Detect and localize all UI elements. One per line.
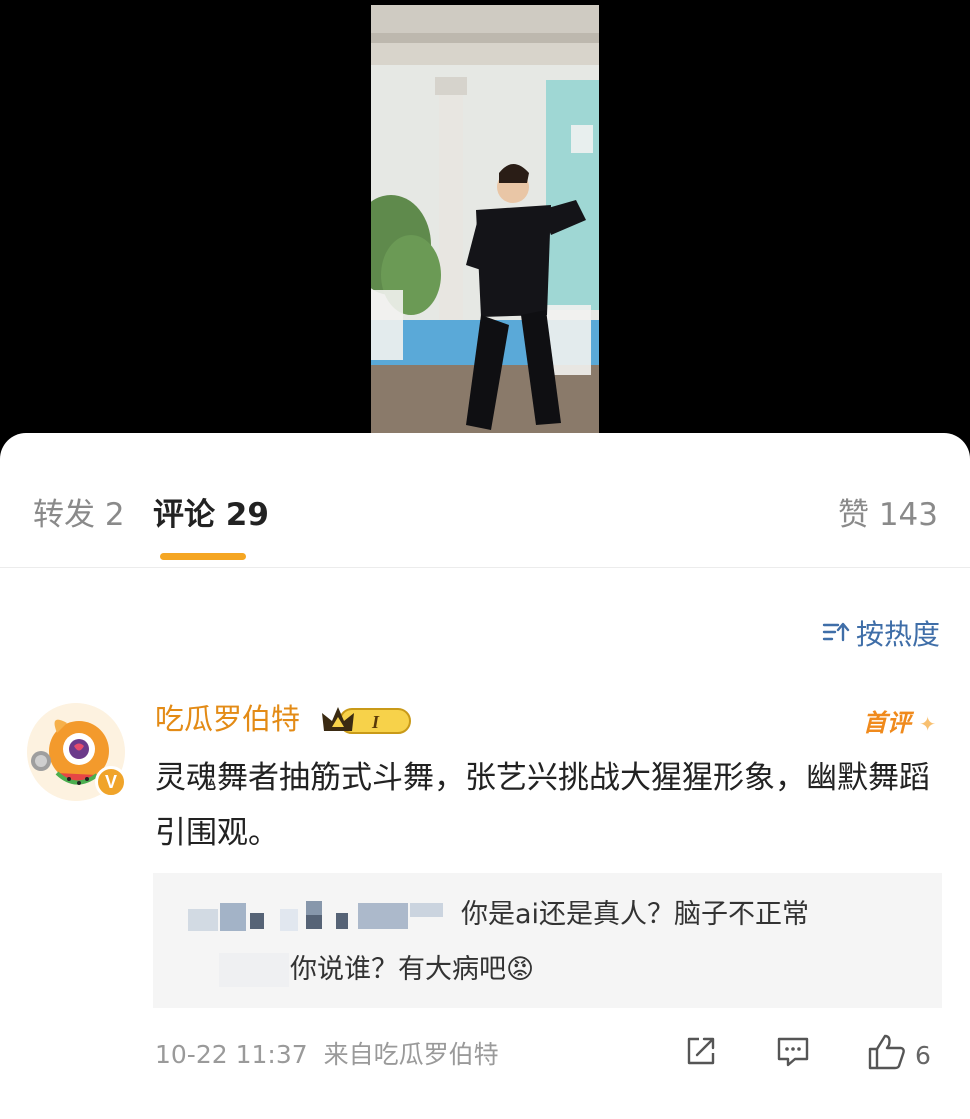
- comment-body: 灵魂舞者抽筋式斗舞，张艺兴挑战大猩猩形象，幽默舞蹈引围观。: [155, 760, 930, 851]
- sort-icon: [822, 616, 850, 654]
- first-comment-badge: 首评 ✦: [863, 703, 936, 738]
- comment-username[interactable]: 吃瓜罗伯特: [155, 699, 300, 739]
- sort-label: 按热度: [855, 618, 940, 651]
- reply-text-1: 你是ai还是真人？脑子不正常: [461, 899, 810, 930]
- first-comment-label: 首评: [862, 709, 911, 737]
- share-button[interactable]: [683, 1033, 719, 1075]
- like-button[interactable]: 6: [867, 1033, 931, 1077]
- reply-text-2: 你说谁？有大病吧😡: [290, 954, 535, 985]
- comment-source: 来自吃瓜罗伯特: [323, 1040, 499, 1069]
- sparkle-icon: ✦: [919, 712, 936, 736]
- reply-button[interactable]: [775, 1033, 811, 1075]
- video-thumbnail: [371, 5, 599, 435]
- video-player[interactable]: [0, 0, 970, 470]
- blurred-username-2: [219, 953, 289, 987]
- comment-icon: [775, 1033, 811, 1075]
- verified-badge: V: [95, 766, 127, 798]
- like-count: 6: [915, 1040, 931, 1070]
- active-tab-indicator: [160, 553, 246, 560]
- member-crown-badge: I: [320, 703, 414, 741]
- tab-bar: 转发 2 评论 29 赞 143: [0, 433, 970, 568]
- blurred-username: [188, 899, 443, 935]
- comment-sheet: 转发 2 评论 29 赞 143 按热度 V 吃瓜罗伯特 I 首评 ✦ 灵魂舞者…: [0, 433, 970, 1119]
- level-badge-text: I: [371, 712, 380, 732]
- tab-comments[interactable]: 评论 29: [153, 495, 269, 535]
- thumbs-up-icon: [867, 1033, 907, 1077]
- comment-meta: 10-22 11:37 来自吃瓜罗伯特: [155, 1038, 499, 1072]
- reply-preview[interactable]: 你是ai还是真人？脑子不正常 你说谁？有大病吧😡: [153, 873, 942, 1008]
- tab-likes[interactable]: 赞 143: [838, 495, 938, 535]
- share-icon: [683, 1033, 719, 1075]
- tab-repost[interactable]: 转发 2: [33, 495, 125, 535]
- comment-timestamp: 10-22 11:37: [155, 1040, 308, 1069]
- video-frame[interactable]: [371, 5, 599, 435]
- sort-button[interactable]: 按热度: [822, 616, 940, 654]
